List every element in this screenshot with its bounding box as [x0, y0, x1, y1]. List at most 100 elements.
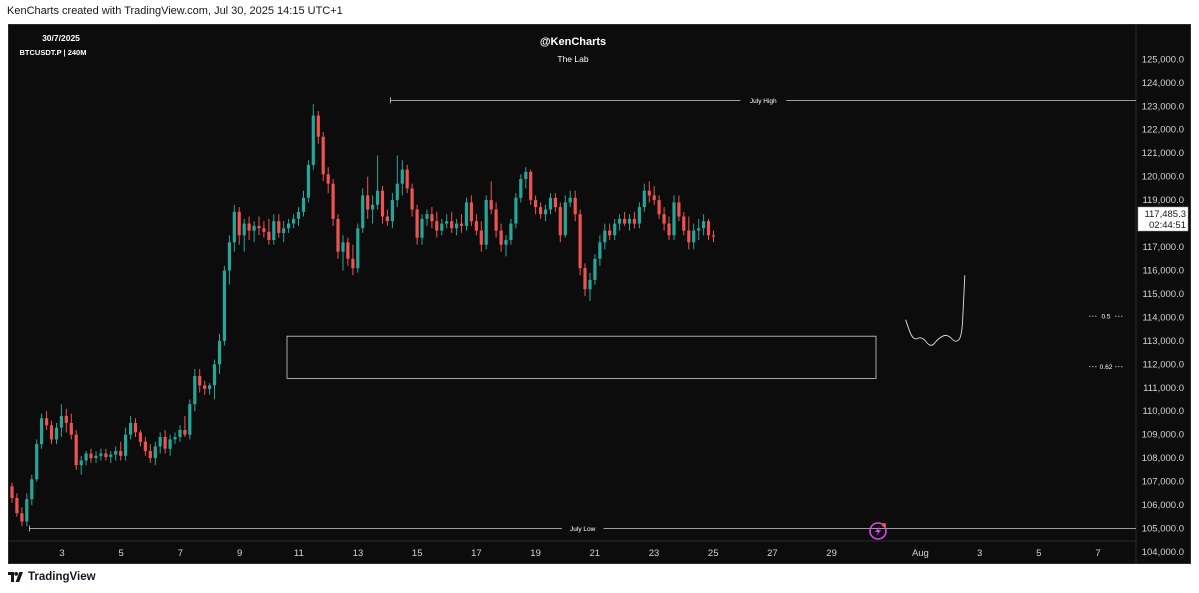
- candle[interactable]: [262, 221, 266, 238]
- candle[interactable]: [208, 383, 212, 395]
- candle[interactable]: [119, 441, 123, 461]
- chart-svg[interactable]: 104,000.0 105,000.0 106,000.0 107,000.0 108,…: [9, 25, 1192, 565]
- candle[interactable]: [672, 195, 676, 240]
- candle[interactable]: [484, 195, 488, 250]
- price-axis[interactable]: 104,000.0 105,000.0 106,000.0 107,000.0 108,…: [1135, 25, 1184, 565]
- candle[interactable]: [455, 218, 459, 236]
- candle[interactable]: [702, 214, 706, 236]
- candle[interactable]: [618, 214, 622, 231]
- candle[interactable]: [193, 369, 197, 412]
- candle[interactable]: [148, 444, 152, 463]
- candle[interactable]: [445, 214, 449, 229]
- candle[interactable]: [277, 214, 281, 238]
- candle[interactable]: [232, 204, 236, 252]
- candle[interactable]: [129, 415, 133, 440]
- tradingview-brand[interactable]: TradingView: [8, 571, 96, 583]
- candle[interactable]: [711, 230, 716, 243]
- candle[interactable]: [237, 207, 241, 245]
- candle[interactable]: [99, 448, 103, 461]
- candle[interactable]: [682, 211, 686, 236]
- candle[interactable]: [706, 218, 711, 240]
- candle[interactable]: [563, 195, 567, 238]
- candle[interactable]: [222, 265, 226, 346]
- candle[interactable]: [598, 235, 602, 266]
- candle[interactable]: [173, 432, 177, 445]
- candle[interactable]: [553, 193, 557, 212]
- candle[interactable]: [608, 223, 612, 240]
- candle[interactable]: [410, 183, 414, 217]
- candle[interactable]: [464, 197, 469, 231]
- candle[interactable]: [356, 223, 360, 273]
- candle[interactable]: [158, 432, 162, 454]
- candle[interactable]: [469, 195, 473, 226]
- candle[interactable]: [124, 427, 128, 461]
- candle[interactable]: [519, 174, 523, 203]
- candle[interactable]: [59, 404, 63, 437]
- candle[interactable]: [203, 380, 207, 395]
- candle[interactable]: [316, 111, 320, 144]
- candle[interactable]: [652, 186, 656, 205]
- candle[interactable]: [272, 214, 276, 245]
- candle[interactable]: [64, 408, 68, 433]
- candle[interactable]: [603, 223, 607, 250]
- candle[interactable]: [331, 179, 335, 226]
- candle[interactable]: [627, 214, 632, 231]
- candle[interactable]: [504, 235, 508, 257]
- candle[interactable]: [79, 455, 83, 475]
- candle[interactable]: [183, 415, 187, 437]
- candle[interactable]: [217, 333, 222, 374]
- candle[interactable]: [30, 474, 34, 506]
- candles[interactable]: [10, 103, 716, 527]
- last-price-label[interactable]: 117,485.3 02:44:51: [1137, 206, 1189, 232]
- candle[interactable]: [390, 193, 394, 229]
- candle[interactable]: [573, 190, 577, 222]
- candle[interactable]: [341, 235, 345, 271]
- candle[interactable]: [534, 195, 538, 215]
- candle[interactable]: [400, 160, 404, 196]
- candle[interactable]: [647, 181, 651, 203]
- candle[interactable]: [104, 448, 108, 461]
- candle[interactable]: [15, 493, 19, 517]
- candle[interactable]: [84, 451, 88, 466]
- candle[interactable]: [529, 169, 533, 205]
- candle[interactable]: [632, 211, 636, 229]
- candle[interactable]: [301, 190, 306, 217]
- candle[interactable]: [35, 439, 39, 482]
- candle[interactable]: [548, 193, 553, 215]
- candle[interactable]: [479, 221, 483, 252]
- candle[interactable]: [114, 446, 118, 461]
- candle[interactable]: [395, 155, 399, 208]
- candle[interactable]: [509, 218, 513, 245]
- candle[interactable]: [474, 214, 478, 236]
- lightning-icon[interactable]: [869, 522, 887, 540]
- candle[interactable]: [662, 207, 666, 231]
- candle[interactable]: [366, 176, 370, 219]
- candle[interactable]: [420, 214, 424, 245]
- candle[interactable]: [287, 218, 291, 233]
- candle[interactable]: [311, 103, 315, 170]
- candle[interactable]: [494, 202, 498, 238]
- candle[interactable]: [459, 214, 464, 233]
- candle[interactable]: [296, 207, 301, 226]
- candle[interactable]: [188, 399, 192, 440]
- candle[interactable]: [69, 413, 73, 440]
- candle[interactable]: [74, 430, 78, 470]
- candle[interactable]: [138, 430, 142, 447]
- candle[interactable]: [524, 167, 528, 189]
- candle[interactable]: [593, 254, 597, 285]
- candle[interactable]: [336, 214, 340, 259]
- candle[interactable]: [677, 195, 681, 222]
- zone-rectangle[interactable]: [286, 335, 877, 379]
- time-axis[interactable]: 3 5 7 9 11 13 15 17 19 21 23 25 27 29 Aug 3 5 7: [9, 540, 1136, 559]
- candle[interactable]: [212, 359, 217, 400]
- candle[interactable]: [514, 193, 518, 229]
- candle[interactable]: [267, 218, 271, 245]
- candle[interactable]: [405, 164, 409, 194]
- candle[interactable]: [89, 448, 93, 463]
- candle[interactable]: [49, 420, 54, 445]
- candle[interactable]: [380, 186, 385, 224]
- candle[interactable]: [539, 202, 543, 219]
- candle[interactable]: [657, 195, 661, 219]
- candle[interactable]: [247, 216, 251, 241]
- candle[interactable]: [94, 451, 98, 463]
